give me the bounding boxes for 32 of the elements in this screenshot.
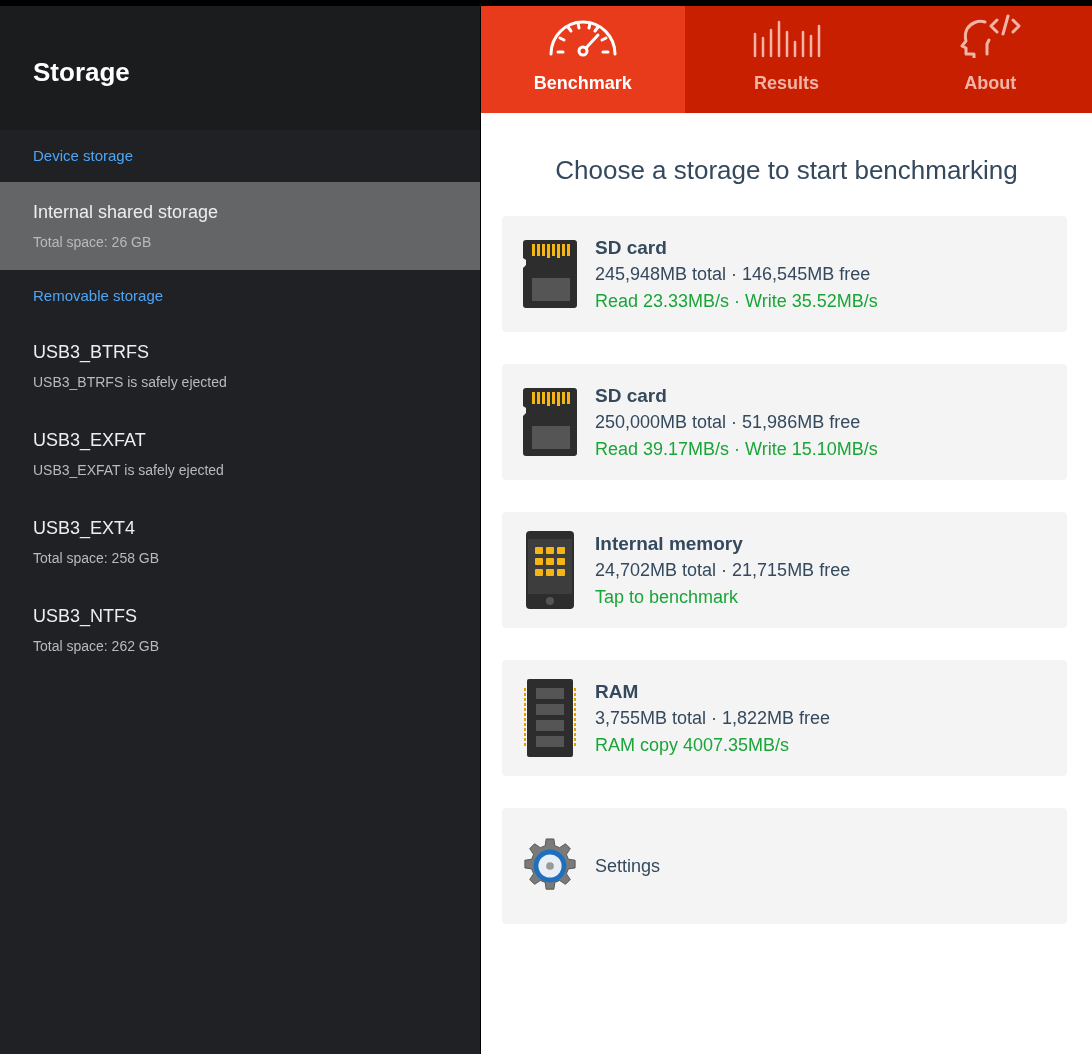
sd-card-icon: [522, 386, 578, 458]
storage-list-item[interactable]: Internal shared storage Total space: 26 GB: [0, 182, 480, 270]
storage-card[interactable]: RAM 3,755MB total · 1,822MB free RAM copy 4007.35MB/s: [502, 660, 1067, 776]
storage-list-item[interactable]: USB3_EXFAT USB3_EXFAT is safely ejected: [0, 410, 480, 498]
storage-card[interactable]: Internal memory 24,702MB total · 21,715MB free Tap to benchmark: [502, 512, 1067, 628]
card-title: SD card: [595, 383, 668, 407]
storage-info: 245,948MB total · 146,545MB free: [595, 262, 872, 286]
section-header: Removable storage: [32, 285, 165, 306]
page-heading: Choose a storage to start benchmarking: [554, 154, 1019, 187]
storage-info: 250,000MB total · 51,986MB free: [595, 410, 862, 434]
settings-label: Settings: [595, 854, 661, 878]
card-title: RAM: [595, 679, 640, 703]
storage-info: 3,755MB total · 1,822MB free: [595, 706, 831, 730]
section-header: Device storage: [32, 145, 135, 166]
storage-card[interactable]: Settings: [502, 808, 1067, 924]
benchmark-status: RAM copy 4007.35MB/s: [595, 733, 791, 757]
sd-card-icon: [522, 238, 578, 310]
storage-list-item[interactable]: USB3_EXT4 Total space: 258 GB: [0, 498, 480, 586]
benchmark-status: Tap to benchmark: [595, 585, 740, 609]
benchmark-status: Read 23.33MB/s · Write 35.52MB/s: [595, 289, 878, 313]
tab[interactable]: Benchmark: [481, 6, 685, 113]
storage-card[interactable]: SD card 250,000MB total · 51,986MB free Read 39.17MB/s · Write 15.10MB/s: [502, 364, 1067, 480]
storage-card[interactable]: SD card 245,948MB total · 146,545MB free Read 23.33MB/s · Write 35.52MB/s: [502, 216, 1067, 332]
bar-chart-icon: [751, 18, 822, 58]
sidebar-title: Storage: [33, 55, 130, 89]
memory-chip-icon: [522, 678, 578, 758]
benchmark-status: Read 39.17MB/s · Write 15.10MB/s: [595, 437, 878, 461]
card-title: Internal memory: [595, 531, 744, 555]
storage-list-item[interactable]: USB3_BTRFS USB3_BTRFS is safely ejected: [0, 322, 480, 410]
card-title: SD card: [595, 235, 668, 259]
storage-list-item[interactable]: USB3_NTFS Total space: 262 GB: [0, 586, 480, 674]
storage-info: 24,702MB total · 21,715MB free: [595, 558, 851, 582]
